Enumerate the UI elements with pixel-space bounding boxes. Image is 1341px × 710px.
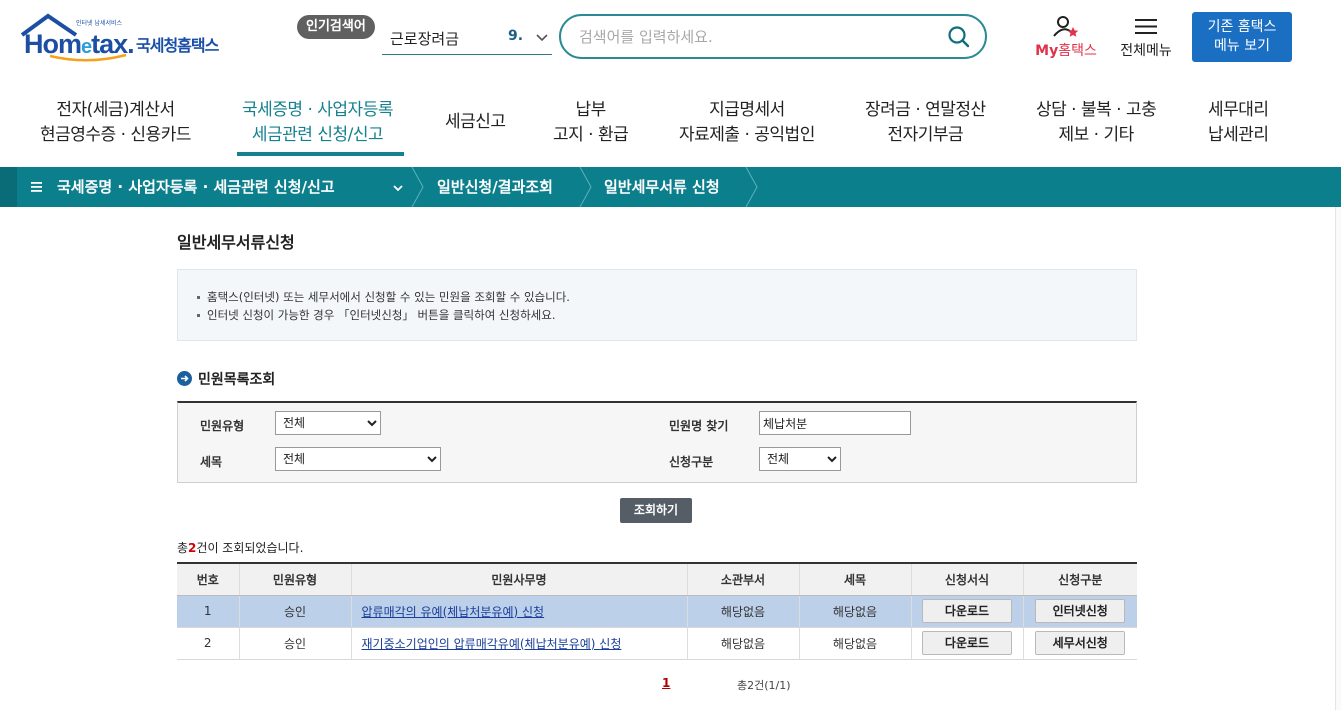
popular-search-select[interactable]: 근로장려금 9.: [382, 22, 552, 55]
breadcrumb: 국세증명 · 사업자등록 · 세금관련 신청/신고 일반신청/결과조회 일반세무…: [0, 167, 1341, 207]
chevron-down-icon: [536, 34, 548, 42]
row-name: 압류매각의 유예(체납처분유예) 신청: [350, 595, 687, 628]
table-header-row: 번호 민원유형 민원사무명 소관부서 세목 신청서식 신청구분: [177, 562, 1137, 596]
office-apply-button[interactable]: 세무서신청: [1035, 631, 1126, 655]
hamburger-menu-icon: [1135, 19, 1157, 34]
row-number: 1: [177, 595, 239, 628]
old-menu-line1: 기존 홈택스: [1207, 19, 1277, 35]
row-name: 재기중소기업인의 압류매각유예(체납처분유예) 신청: [350, 627, 687, 660]
breadcrumb-separator: [411, 167, 424, 207]
popular-search-rank: 9.: [508, 28, 524, 44]
row-type: 승인: [238, 595, 351, 628]
old-hometax-menu-button[interactable]: 기존 홈택스 메뉴 보기: [1192, 12, 1292, 62]
complaint-table: 번호 민원유형 민원사무명 소관부서 세목 신청서식 신청구분 1 승인 압류매…: [177, 562, 1137, 660]
all-menu-label: 전체메뉴: [1120, 43, 1172, 59]
complaint-type-select[interactable]: 전체: [275, 411, 381, 435]
complaint-link[interactable]: 압류매각의 유예(체납처분유예) 신청: [362, 605, 545, 619]
old-menu-line2: 메뉴 보기: [1214, 38, 1270, 54]
breadcrumb-level1[interactable]: 국세증명 · 사업자등록 · 세금관련 신청/신고: [57, 167, 335, 207]
tax-item-select[interactable]: 전체: [275, 447, 441, 471]
nav-item-tax-agent[interactable]: 세무대리 납세관리: [1208, 98, 1269, 148]
col-tax: 세목: [798, 562, 911, 596]
row-apply: 세무서신청: [1022, 627, 1137, 660]
col-dept: 소관부서: [686, 562, 799, 596]
all-menu-button[interactable]: 전체메뉴: [1115, 14, 1177, 62]
page-title: 일반세무서류신청: [177, 233, 295, 252]
download-button[interactable]: 다운로드: [922, 631, 1012, 655]
logo-swoosh: [49, 53, 127, 62]
breadcrumb-separator: [745, 167, 758, 207]
row-tax: 해당없음: [798, 627, 911, 660]
col-name: 민원사무명: [350, 562, 687, 596]
table-row[interactable]: 1 승인 압류매각의 유예(체납처분유예) 신청 해당없음 해당없음 다운로드 …: [177, 595, 1137, 628]
breadcrumb-level2[interactable]: 일반신청/결과조회: [437, 167, 553, 207]
search-filter-panel: 민원유형 전체 민원명 찾기 세목 전체 신청구분 전체: [177, 401, 1137, 483]
search-input[interactable]: [579, 25, 939, 49]
row-form: 다운로드: [910, 595, 1023, 628]
col-type: 민원유형: [238, 562, 351, 596]
page-number-current[interactable]: 1: [662, 676, 670, 690]
notice-line-2: 인터넷 신청이 가능한 경우 「인터넷신청」 버튼을 클릭하여 신청하세요.: [197, 307, 555, 323]
nav-active-indicator: [237, 152, 404, 156]
col-apply: 신청구분: [1022, 562, 1137, 596]
col-number: 번호: [177, 562, 239, 596]
hometax-logo[interactable]: 인터넷 납세서비스 Hometax. 국세청홈택스: [20, 13, 235, 63]
breadcrumb-level3[interactable]: 일반세무서류 신청: [604, 167, 720, 207]
row-number: 2: [177, 627, 239, 660]
row-apply: 인터넷신청: [1022, 595, 1137, 628]
my-hometax-button[interactable]: My홈택스: [1030, 14, 1102, 62]
nav-item-statement-submission[interactable]: 지급명세서 자료제출 · 공익법인: [679, 98, 815, 148]
main-navigation: 전자(세금)계산서 현금영수증 · 신용카드 국세증명 · 사업자등록 세금관련 신…: [0, 92, 1341, 167]
search-box: [559, 14, 987, 59]
section-title: 민원목록조회: [177, 369, 275, 389]
arrow-circle-icon: [177, 371, 192, 386]
popular-search-badge: 인기검색어: [297, 15, 375, 39]
nav-item-certificate-registration[interactable]: 국세증명 · 사업자등록 세금관련 신청/신고: [242, 98, 393, 148]
table-row[interactable]: 2 승인 재기중소기업인의 압류매각유예(체납처분유예) 신청 해당없음 해당없…: [177, 627, 1137, 660]
user-star-icon: [1053, 16, 1079, 37]
complaint-name-input[interactable]: [759, 411, 911, 435]
apply-type-select[interactable]: 전체: [759, 447, 841, 471]
popular-search-term: 근로장려금: [390, 30, 460, 48]
row-type: 승인: [238, 627, 351, 660]
row-tax: 해당없음: [798, 595, 911, 628]
notice-line-1: 홈택스(인터넷) 또는 세무서에서 신청할 수 있는 민원을 조회할 수 있습니…: [197, 289, 570, 305]
row-dept: 해당없음: [686, 627, 799, 660]
filter-apply-label: 신청구분: [669, 455, 714, 469]
internet-apply-button[interactable]: 인터넷신청: [1035, 599, 1126, 623]
chevron-down-icon[interactable]: [391, 181, 405, 195]
row-form: 다운로드: [910, 627, 1023, 660]
vertical-scrollbar[interactable]: [1335, 207, 1341, 710]
filter-tax-label: 세목: [200, 455, 223, 469]
row-dept: 해당없음: [686, 595, 799, 628]
page-info: 총2건(1/1): [737, 679, 791, 692]
nav-item-e-invoice[interactable]: 전자(세금)계산서 현금영수증 · 신용카드: [40, 98, 191, 148]
logo-tagline: 인터넷 납세서비스: [76, 20, 123, 27]
filter-name-label: 민원명 찾기: [669, 419, 729, 433]
result-count: 총2건이 조회되었습니다.: [177, 541, 304, 555]
nav-item-payment[interactable]: 납부 고지 · 환급: [553, 98, 629, 148]
breadcrumb-left-cap: [0, 167, 17, 207]
download-button[interactable]: 다운로드: [922, 599, 1012, 623]
search-button[interactable]: 조회하기: [620, 498, 692, 523]
col-form: 신청서식: [910, 562, 1023, 596]
my-hometax-label: My홈택스: [1035, 43, 1097, 59]
search-icon[interactable]: [947, 25, 971, 49]
nav-item-tax-filing[interactable]: 세금신고: [445, 110, 506, 135]
nav-item-incentive-yearend[interactable]: 장려금 · 연말정산 전자기부금: [865, 98, 986, 148]
nav-item-consult-appeal[interactable]: 상담 · 불복 · 고충 제보 · 기타: [1036, 98, 1157, 148]
complaint-link[interactable]: 재기중소기업인의 압류매각유예(체납처분유예) 신청: [362, 637, 622, 651]
logo-korean-name: 국세청홈택스: [136, 36, 219, 55]
filter-type-label: 민원유형: [200, 419, 245, 433]
notice-box: 홈택스(인터넷) 또는 세무서에서 신청할 수 있는 민원을 조회할 수 있습니…: [177, 269, 1137, 341]
breadcrumb-separator: [579, 167, 592, 207]
menu-list-icon: [31, 182, 42, 192]
